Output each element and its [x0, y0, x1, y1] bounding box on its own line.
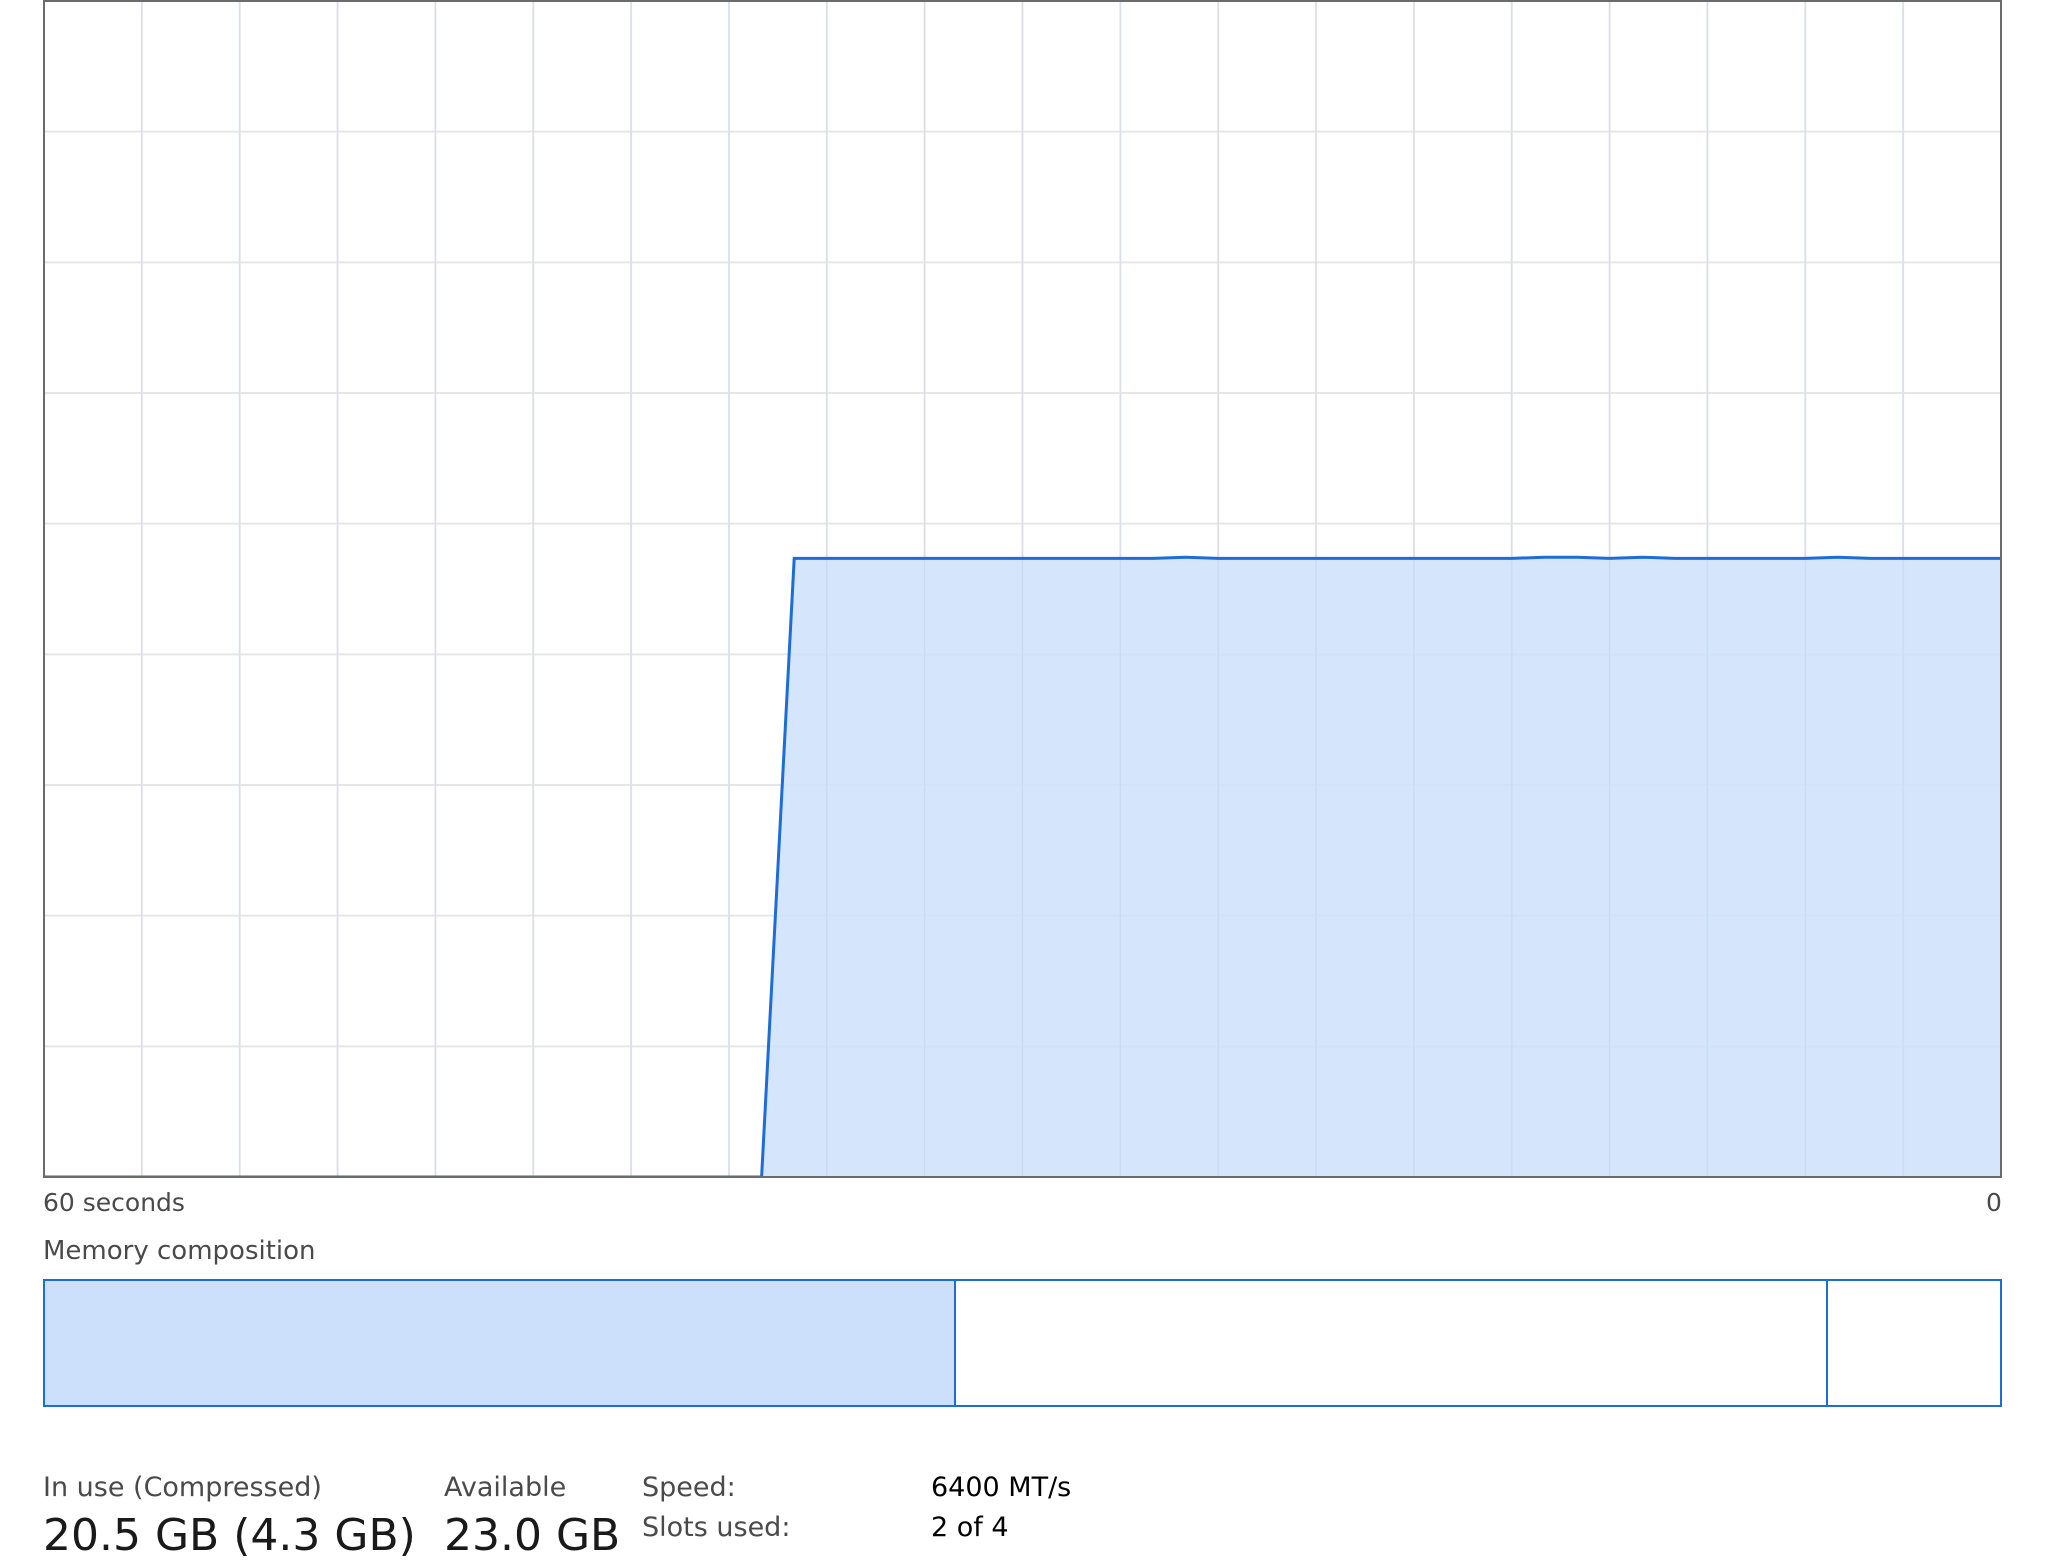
memory-composition-bar: [43, 1279, 2002, 1407]
x-axis-end-label: 0: [1986, 1188, 2002, 1217]
memory-usage-chart: [43, 0, 2002, 1178]
slots-used-label: Slots used:: [642, 1512, 791, 1543]
x-axis-start-label: 60 seconds: [43, 1188, 185, 1217]
available-label: Available: [444, 1472, 567, 1503]
memory-usage-graph: [43, 0, 2002, 1178]
slots-used-value: 2 of 4: [931, 1512, 1009, 1543]
composition-segment-free: [1826, 1281, 2000, 1405]
composition-segment-in-use: [45, 1281, 955, 1405]
composition-segment-standby: [954, 1281, 1827, 1405]
memory-composition-title: Memory composition: [43, 1236, 316, 1266]
speed-value: 6400 MT/s: [931, 1472, 1072, 1503]
speed-label: Speed:: [642, 1472, 736, 1503]
in-use-label: In use (Compressed): [43, 1472, 322, 1503]
